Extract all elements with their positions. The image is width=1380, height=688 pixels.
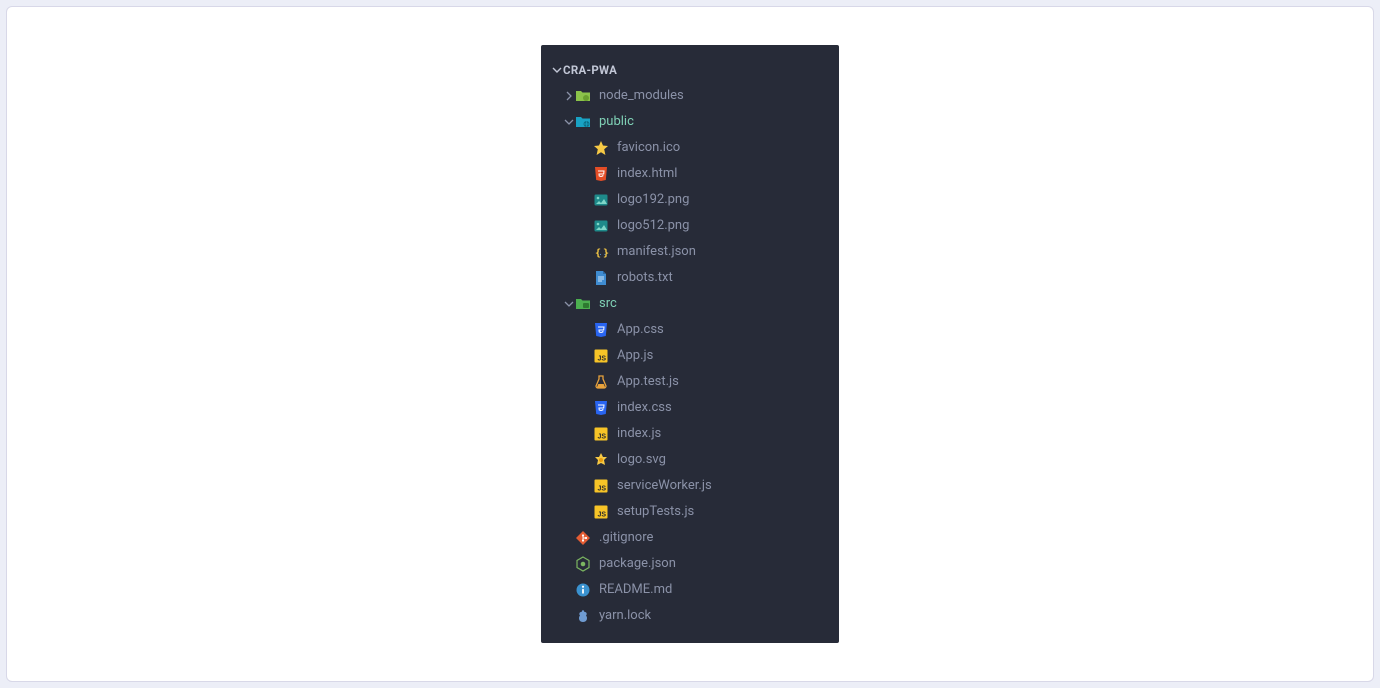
tree-item-label: package.json — [599, 551, 676, 577]
tree-item-label: .gitignore — [599, 525, 653, 551]
tree-folder-public[interactable]: public — [541, 109, 839, 135]
tree-file-logo-svg[interactable]: logo.svg — [541, 447, 839, 473]
readme-icon — [575, 582, 591, 598]
tree-item-label: yarn.lock — [599, 603, 651, 629]
tree-item-label: node_modules — [599, 83, 684, 109]
js-icon — [593, 504, 609, 520]
tree-item-label: index.css — [617, 395, 672, 421]
tree-file-index-html[interactable]: index.html — [541, 161, 839, 187]
tree-item-label: App.test.js — [617, 369, 679, 395]
manifest-icon — [593, 244, 609, 260]
tree-item-label: logo.svg — [617, 447, 666, 473]
npm-icon — [575, 556, 591, 572]
tree-file--gitignore[interactable]: .gitignore — [541, 525, 839, 551]
folder-public-icon — [575, 114, 591, 130]
tree-item-label: favicon.ico — [617, 135, 680, 161]
tree-item-label: src — [599, 291, 617, 317]
image-icon — [593, 218, 609, 234]
tree-file-logo512-png[interactable]: logo512.png — [541, 213, 839, 239]
tree-file-logo192-png[interactable]: logo192.png — [541, 187, 839, 213]
tree-file-app-js[interactable]: App.js — [541, 343, 839, 369]
tree-item-label: setupTests.js — [617, 499, 694, 525]
folder-src-icon — [575, 296, 591, 312]
tree-item-label: serviceWorker.js — [617, 473, 712, 499]
html-icon — [593, 166, 609, 182]
tree-item-label: App.css — [617, 317, 664, 343]
tree-folder-src[interactable]: src — [541, 291, 839, 317]
tree-item-label: README.md — [599, 577, 672, 603]
tree-file-app-test-js[interactable]: App.test.js — [541, 369, 839, 395]
tree-item-label: manifest.json — [617, 239, 696, 265]
explorer-root-row[interactable]: CRA-PWA — [541, 57, 839, 83]
tree-file-manifest-json[interactable]: manifest.json — [541, 239, 839, 265]
file-explorer: CRA-PWA node_modulespublicfavicon.icoind… — [541, 45, 839, 643]
chevron-down-icon — [563, 299, 575, 309]
file-tree: node_modulespublicfavicon.icoindex.htmll… — [541, 83, 839, 629]
tree-file-package-json[interactable]: package.json — [541, 551, 839, 577]
favicon-icon — [593, 140, 609, 156]
chevron-down-icon — [563, 117, 575, 127]
txt-icon — [593, 270, 609, 286]
css-icon — [593, 322, 609, 338]
tree-file-serviceworker-js[interactable]: serviceWorker.js — [541, 473, 839, 499]
tree-file-robots-txt[interactable]: robots.txt — [541, 265, 839, 291]
css-icon — [593, 400, 609, 416]
tree-item-label: robots.txt — [617, 265, 673, 291]
tree-item-label: App.js — [617, 343, 653, 369]
tree-file-index-js[interactable]: index.js — [541, 421, 839, 447]
chevron-right-icon — [563, 91, 575, 101]
folder-node-icon — [575, 88, 591, 104]
tree-item-label: index.js — [617, 421, 661, 447]
tree-item-label: logo512.png — [617, 213, 689, 239]
svg-icon — [593, 452, 609, 468]
js-icon — [593, 478, 609, 494]
page-frame: CRA-PWA node_modulespublicfavicon.icoind… — [0, 0, 1380, 688]
content-card: CRA-PWA node_modulespublicfavicon.icoind… — [6, 6, 1374, 682]
yarn-icon — [575, 608, 591, 624]
tree-file-readme-md[interactable]: README.md — [541, 577, 839, 603]
js-icon — [593, 426, 609, 442]
image-icon — [593, 192, 609, 208]
tree-file-favicon-ico[interactable]: favicon.ico — [541, 135, 839, 161]
tree-item-label: logo192.png — [617, 187, 689, 213]
tree-file-index-css[interactable]: index.css — [541, 395, 839, 421]
tree-item-label: public — [599, 109, 634, 135]
explorer-root-label: CRA-PWA — [563, 57, 617, 83]
js-icon — [593, 348, 609, 364]
tree-file-yarn-lock[interactable]: yarn.lock — [541, 603, 839, 629]
tree-file-app-css[interactable]: App.css — [541, 317, 839, 343]
tree-item-label: index.html — [617, 161, 677, 187]
tree-folder-node-modules[interactable]: node_modules — [541, 83, 839, 109]
chevron-down-icon — [551, 65, 563, 75]
tree-file-setuptests-js[interactable]: setupTests.js — [541, 499, 839, 525]
git-icon — [575, 530, 591, 546]
test-icon — [593, 374, 609, 390]
